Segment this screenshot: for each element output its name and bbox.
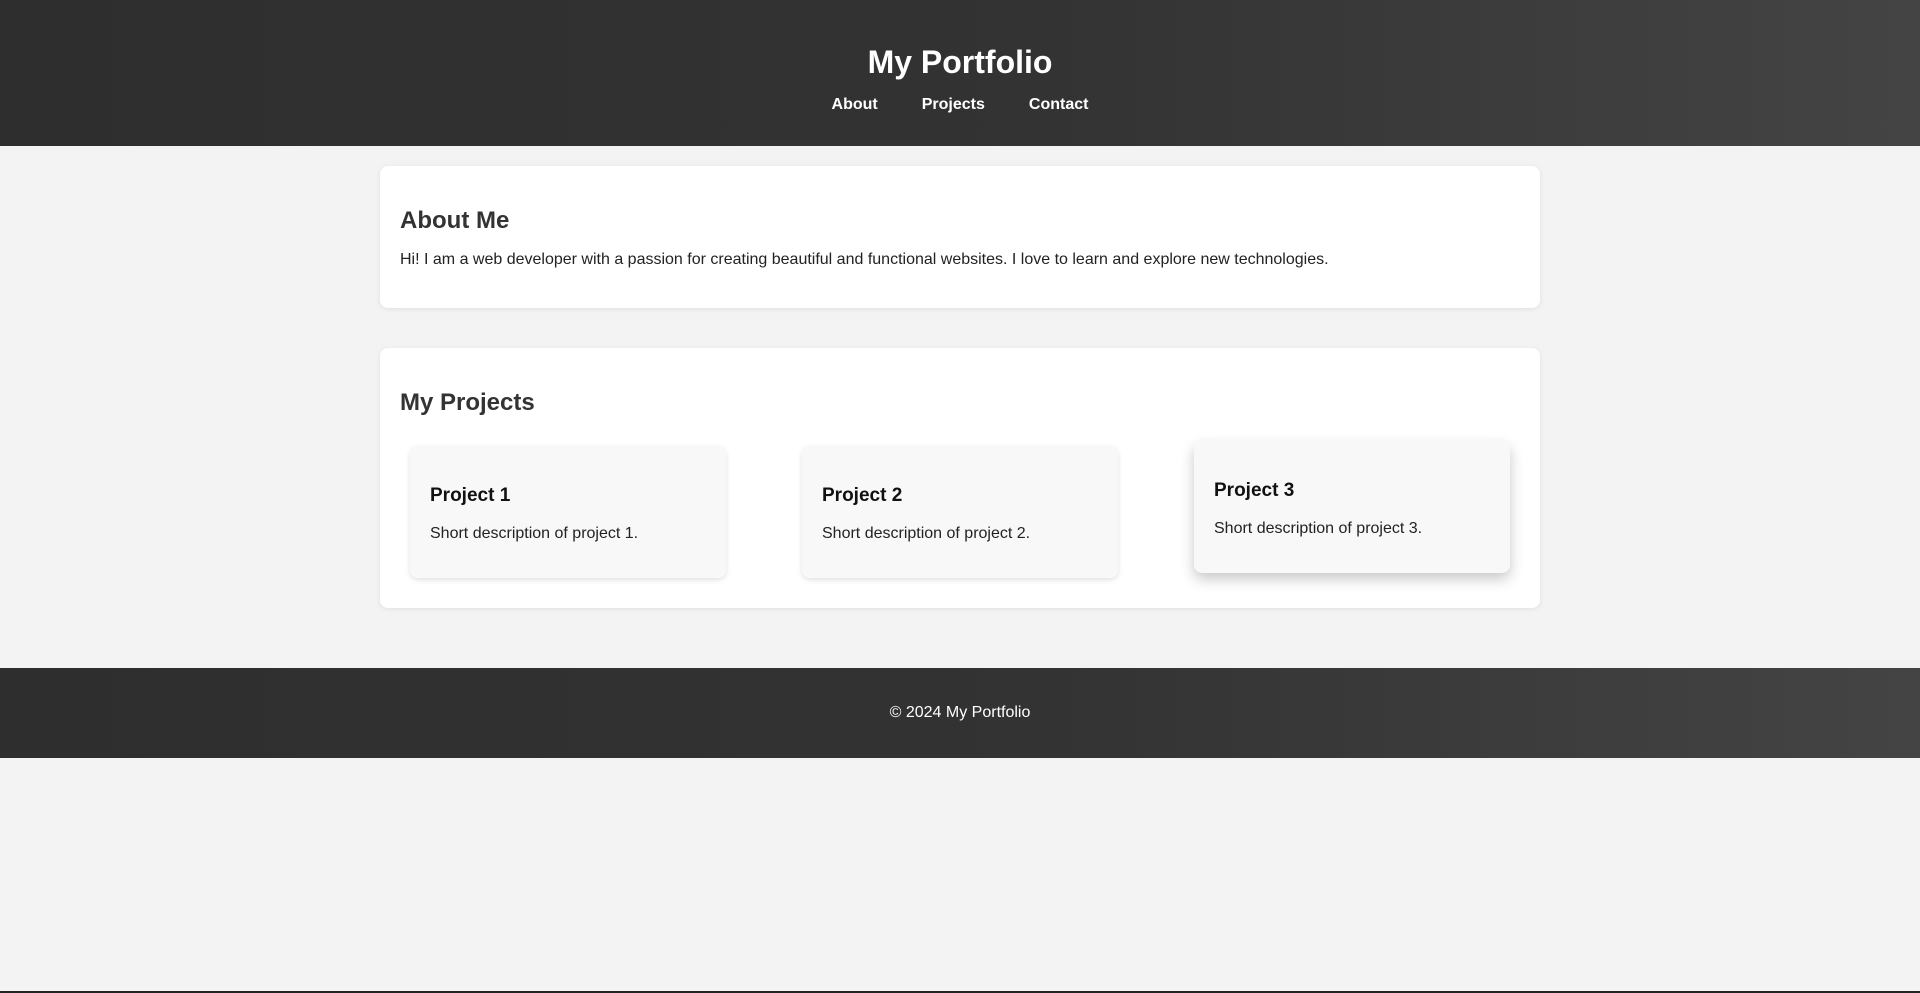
about-text: Hi! I am a web developer with a passion … <box>400 251 1329 268</box>
site-title: My Portfolio <box>867 44 1053 80</box>
project-title: Project 1 <box>430 485 511 506</box>
footer-copyright: © 2024 My Portfolio <box>889 704 1031 721</box>
project-description: Short description of project 3. <box>1214 520 1423 537</box>
project-description: Short description of project 2. <box>822 525 1031 542</box>
project-card-1[interactable]: Project 1 Short description of project 1… <box>410 446 726 578</box>
main-nav: About Projects Contact <box>0 94 1920 116</box>
projects-heading: My Projects <box>400 389 535 416</box>
project-description: Short description of project 1. <box>430 525 639 542</box>
about-heading: About Me <box>400 207 510 234</box>
site-header: My Portfolio About Projects Contact <box>0 0 1920 146</box>
projects-section: My Projects Project 1 Short description … <box>380 348 1540 608</box>
project-title: Project 3 <box>1214 480 1295 501</box>
project-card-2[interactable]: Project 2 Short description of project 2… <box>802 446 1118 578</box>
nav-about-link[interactable]: About <box>832 94 878 116</box>
site-footer: © 2024 My Portfolio <box>0 668 1920 758</box>
project-card-3[interactable]: Project 3 Short description of project 3… <box>1194 441 1510 573</box>
project-grid: Project 1 Short description of project 1… <box>400 441 1520 578</box>
project-title: Project 2 <box>822 485 903 506</box>
nav-contact-link[interactable]: Contact <box>1029 94 1089 116</box>
nav-projects-link[interactable]: Projects <box>922 94 985 116</box>
about-section: About Me Hi! I am a web developer with a… <box>380 166 1540 308</box>
main-content: About Me Hi! I am a web developer with a… <box>380 166 1540 608</box>
